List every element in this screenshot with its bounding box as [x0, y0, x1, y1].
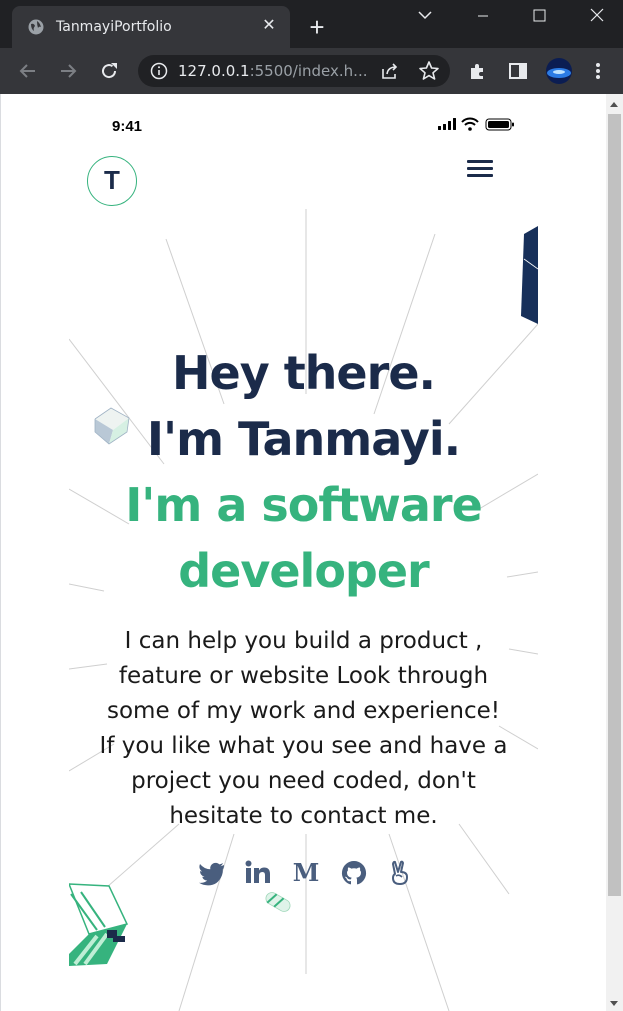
site-logo[interactable]: T [87, 156, 137, 206]
share-icon[interactable] [378, 59, 402, 83]
forward-arrow-icon[interactable] [56, 59, 80, 83]
profile-avatar[interactable] [545, 57, 573, 85]
back-arrow-icon[interactable] [16, 59, 40, 83]
browser-tabbar: TanmayiPortfolio ✕ + [0, 0, 623, 48]
tab-title: TanmayiPortfolio [56, 19, 172, 35]
url-path: :5500/index.h... [249, 62, 368, 80]
page-scrollbar[interactable] [606, 94, 623, 1011]
side-panel-icon[interactable] [506, 59, 530, 83]
maximize-icon[interactable] [519, 4, 559, 28]
reload-icon[interactable] [97, 59, 121, 83]
hamburger-menu-icon[interactable] [467, 160, 493, 180]
angellist-icon[interactable] [385, 858, 415, 888]
hero-role-line1: I'm a software [125, 478, 483, 532]
hero-role-line2: developer [178, 544, 430, 598]
battery-icon [485, 118, 514, 131]
address-bar[interactable]: 127.0.0.1:5500/index.h... [138, 55, 450, 87]
site-info-icon[interactable] [150, 62, 168, 80]
hero-name: I'm Tanmayi. [146, 412, 461, 466]
pill-decoration [265, 892, 291, 912]
url-text: 127.0.0.1:5500/index.h... [178, 62, 367, 80]
wifi-icon [461, 117, 479, 131]
svg-text:M: M [293, 858, 320, 887]
page-viewport: 9:41 T Hey there. I'm Tanmayi. I'm a sof… [0, 94, 606, 1011]
globe-icon [28, 19, 44, 35]
hero-description: I can help you build a product , feature… [99, 628, 508, 829]
bookmark-star-icon[interactable] [417, 59, 441, 83]
linkedin-icon[interactable] [243, 858, 273, 888]
signal-icon [438, 118, 456, 130]
close-window-icon[interactable] [577, 4, 617, 28]
more-menu-icon[interactable] [586, 59, 610, 83]
github-icon[interactable] [339, 858, 369, 888]
twitter-icon[interactable] [197, 858, 227, 888]
tab-search-icon[interactable] [405, 4, 445, 28]
minimize-icon[interactable] [463, 4, 503, 28]
status-bar-icons [438, 117, 514, 131]
mobile-frame: 9:41 T Hey there. I'm Tanmayi. I'm a sof… [69, 94, 538, 1011]
browser-tab[interactable]: TanmayiPortfolio ✕ [12, 6, 290, 48]
status-bar-time: 9:41 [112, 118, 143, 135]
new-tab-button[interactable]: + [306, 14, 328, 40]
navy-ribbon-decoration [521, 226, 538, 324]
scroll-down-arrow-icon[interactable] [610, 1001, 618, 1006]
hero-greeting: Hey there. [172, 346, 436, 400]
striped-box-decoration [69, 883, 129, 966]
extensions-puzzle-icon[interactable] [466, 59, 490, 83]
scrollbar-thumb[interactable] [608, 114, 621, 896]
browser-toolbar: 127.0.0.1:5500/index.h... [0, 48, 623, 94]
tab-close-icon[interactable]: ✕ [260, 17, 278, 35]
social-links: M [197, 858, 417, 890]
scroll-up-arrow-icon[interactable] [610, 102, 618, 107]
medium-icon[interactable]: M [291, 858, 321, 888]
url-host: 127.0.0.1 [178, 62, 250, 80]
